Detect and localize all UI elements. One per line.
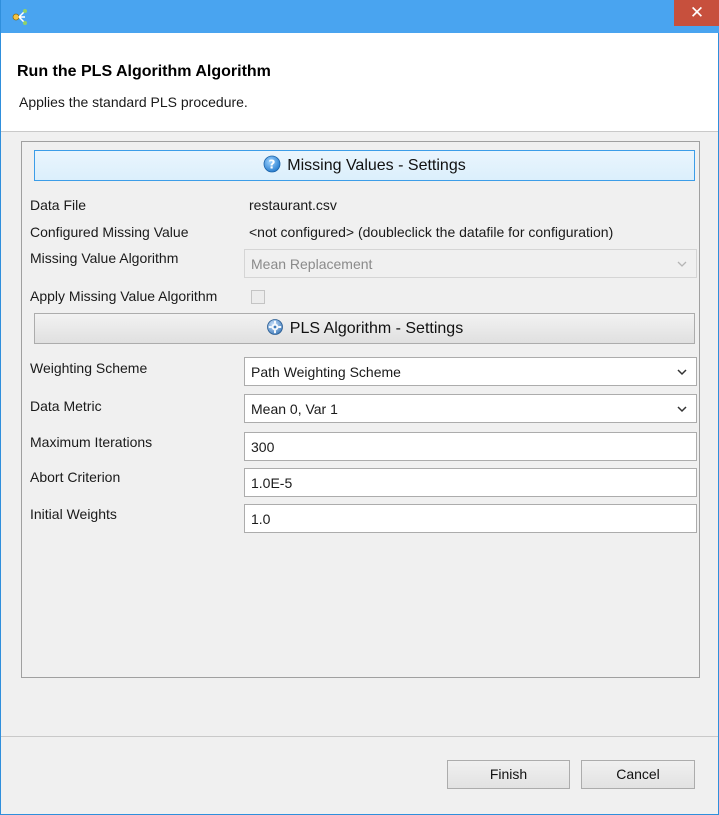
page-description: Applies the standard PLS procedure. (19, 94, 248, 110)
chevron-down-icon (677, 369, 687, 376)
dialog-window: ✕ Run the PLS Algorithm Algorithm Applie… (0, 0, 719, 815)
missing-value-algorithm-select[interactable]: Mean Replacement (244, 249, 697, 278)
data-metric-value: Mean 0, Var 1 (251, 401, 338, 417)
data-file-value: restaurant.csv (249, 197, 337, 213)
pls-algorithm-section-title: PLS Algorithm - Settings (289, 320, 464, 337)
missing-values-section-title: Missing Values - Settings (287, 157, 466, 174)
app-icon (12, 9, 27, 25)
cancel-button[interactable]: Cancel (581, 760, 695, 789)
pls-algorithm-section-button[interactable]: PLS Algorithm - Settings (34, 313, 695, 344)
settings-panel: ? Missing Values - Settings Data File re… (21, 141, 700, 678)
missing-value-algorithm-value: Mean Replacement (251, 256, 373, 272)
title-bar: ✕ (1, 0, 719, 33)
abort-criterion-label: Abort Criterion (30, 469, 121, 485)
page-title: Run the PLS Algorithm Algorithm (17, 63, 271, 80)
maximum-iterations-input[interactable] (244, 432, 697, 461)
chevron-down-icon (677, 406, 687, 413)
data-file-label: Data File (30, 197, 87, 213)
weighting-scheme-value: Path Weighting Scheme (251, 364, 401, 380)
configured-missing-value: <not configured> (doubleclick the datafi… (249, 224, 614, 240)
abort-criterion-input[interactable] (244, 468, 697, 497)
weighting-scheme-select[interactable]: Path Weighting Scheme (244, 357, 697, 386)
data-metric-select[interactable]: Mean 0, Var 1 (244, 394, 697, 423)
close-button[interactable]: ✕ (674, 0, 719, 26)
footer-separator (1, 736, 718, 737)
apply-missing-value-label: Apply Missing Value Algorithm (30, 288, 218, 304)
configured-missing-value-label: Configured Missing Value (30, 224, 189, 240)
missing-values-section-button[interactable]: ? Missing Values - Settings (34, 150, 695, 181)
chevron-down-icon (677, 261, 687, 267)
close-icon: ✕ (689, 3, 705, 22)
data-metric-label: Data Metric (30, 398, 102, 414)
apply-missing-value-checkbox[interactable] (251, 290, 265, 304)
finish-button[interactable]: Finish (447, 760, 570, 789)
missing-value-algorithm-label: Missing Value Algorithm (30, 250, 179, 266)
maximum-iterations-label: Maximum Iterations (30, 434, 153, 450)
help-icon: ? (263, 155, 281, 173)
gear-icon (266, 319, 283, 336)
wizard-header: Run the PLS Algorithm Algorithm Applies … (1, 33, 718, 132)
weighting-scheme-label: Weighting Scheme (30, 360, 148, 376)
svg-text:?: ? (269, 158, 276, 172)
initial-weights-label: Initial Weights (30, 506, 117, 522)
initial-weights-input[interactable] (244, 504, 697, 533)
